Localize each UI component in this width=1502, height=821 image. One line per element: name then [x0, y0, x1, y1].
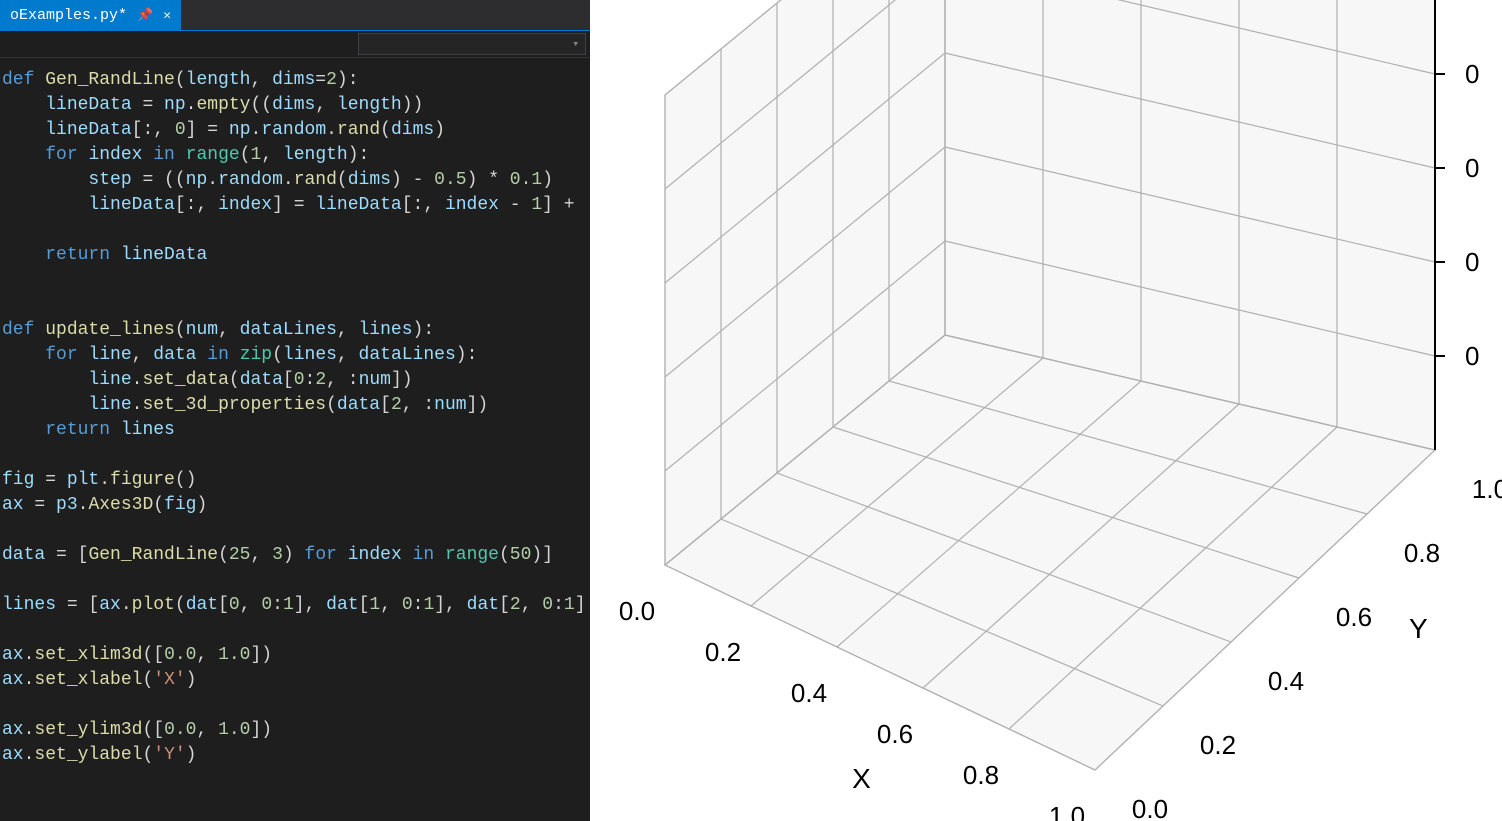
- code-line[interactable]: ax.set_ylim3d([0.0, 1.0]): [2, 718, 590, 743]
- code-text-area[interactable]: def Gen_RandLine(length, dims=2): lineDa…: [0, 58, 590, 821]
- svg-text:1.0: 1.0: [1472, 474, 1502, 504]
- code-line[interactable]: for index in range(1, length):: [2, 143, 590, 168]
- svg-text:0.6: 0.6: [877, 719, 913, 749]
- code-line[interactable]: [2, 218, 590, 243]
- code-line[interactable]: def update_lines(num, dataLines, lines):: [2, 318, 590, 343]
- svg-text:0.4: 0.4: [791, 678, 827, 708]
- editor-tab-filename: oExamples.py*: [10, 7, 127, 24]
- code-line[interactable]: for line, data in zip(lines, dataLines):: [2, 343, 590, 368]
- scope-dropdown[interactable]: ▾: [358, 33, 586, 55]
- svg-text:0.8: 0.8: [963, 760, 999, 790]
- svg-text:0: 0: [1465, 341, 1479, 371]
- svg-text:0.2: 0.2: [705, 637, 741, 667]
- axes3d[interactable]: 0.0 0.2 0.4 0.6 0.8 1.0 X 0.0 0.2 0.4 0.6 0.8 1.0 Y 0 0…: [590, 0, 1502, 821]
- code-line[interactable]: data = [Gen_RandLine(25, 3) for index in…: [2, 543, 590, 568]
- code-line[interactable]: lines = [ax.plot(dat[0, 0:1], dat[1, 0:1…: [2, 593, 590, 618]
- svg-text:0: 0: [1465, 153, 1479, 183]
- svg-text:0.8: 0.8: [1404, 538, 1440, 568]
- code-line[interactable]: [2, 268, 590, 293]
- pin-icon[interactable]: 📌: [137, 8, 153, 23]
- code-line[interactable]: [2, 518, 590, 543]
- svg-text:0.2: 0.2: [1200, 730, 1236, 760]
- close-icon[interactable]: ✕: [163, 8, 171, 23]
- svg-text:0.0: 0.0: [619, 596, 655, 626]
- matplotlib-figure[interactable]: 0.0 0.2 0.4 0.6 0.8 1.0 X 0.0 0.2 0.4 0.6 0.8 1.0 Y 0 0…: [590, 0, 1502, 821]
- editor-tab-active[interactable]: oExamples.py* 📌 ✕: [0, 0, 181, 30]
- code-line[interactable]: ax.set_ylabel('Y'): [2, 743, 590, 768]
- code-line[interactable]: lineData[:, index] = lineData[:, index -…: [2, 193, 590, 218]
- code-line[interactable]: ax.set_xlim3d([0.0, 1.0]): [2, 643, 590, 668]
- svg-text:X: X: [852, 763, 871, 794]
- code-line[interactable]: [2, 568, 590, 593]
- code-line[interactable]: line.set_3d_properties(data[2, :num]): [2, 393, 590, 418]
- code-line[interactable]: return lines: [2, 418, 590, 443]
- chevron-down-icon: ▾: [572, 37, 579, 51]
- editor-breadcrumb-bar: ▾: [0, 31, 590, 58]
- code-line[interactable]: step = ((np.random.rand(dims) - 0.5) * 0…: [2, 168, 590, 193]
- svg-text:Y: Y: [1409, 613, 1428, 644]
- code-line[interactable]: return lineData: [2, 243, 590, 268]
- code-line[interactable]: def Gen_RandLine(length, dims=2):: [2, 68, 590, 93]
- code-line[interactable]: [2, 693, 590, 718]
- svg-text:0.6: 0.6: [1336, 602, 1372, 632]
- code-line[interactable]: ax.set_xlabel('X'): [2, 668, 590, 693]
- code-line[interactable]: [2, 443, 590, 468]
- code-line[interactable]: lineData = np.empty((dims, length)): [2, 93, 590, 118]
- code-line[interactable]: lineData[:, 0] = np.random.rand(dims): [2, 118, 590, 143]
- code-line[interactable]: fig = plt.figure(): [2, 468, 590, 493]
- code-line[interactable]: [2, 618, 590, 643]
- code-line[interactable]: ax = p3.Axes3D(fig): [2, 493, 590, 518]
- svg-text:0.4: 0.4: [1268, 666, 1304, 696]
- code-editor-pane: oExamples.py* 📌 ✕ ▾ def Gen_RandLine(len…: [0, 0, 590, 821]
- code-line[interactable]: [2, 293, 590, 318]
- svg-text:1.0: 1.0: [1049, 801, 1085, 821]
- svg-text:0: 0: [1465, 247, 1479, 277]
- code-line[interactable]: line.set_data(data[0:2, :num]): [2, 368, 590, 393]
- svg-text:0.0: 0.0: [1132, 794, 1168, 821]
- svg-text:0: 0: [1465, 59, 1479, 89]
- editor-tab-bar: oExamples.py* 📌 ✕: [0, 0, 590, 31]
